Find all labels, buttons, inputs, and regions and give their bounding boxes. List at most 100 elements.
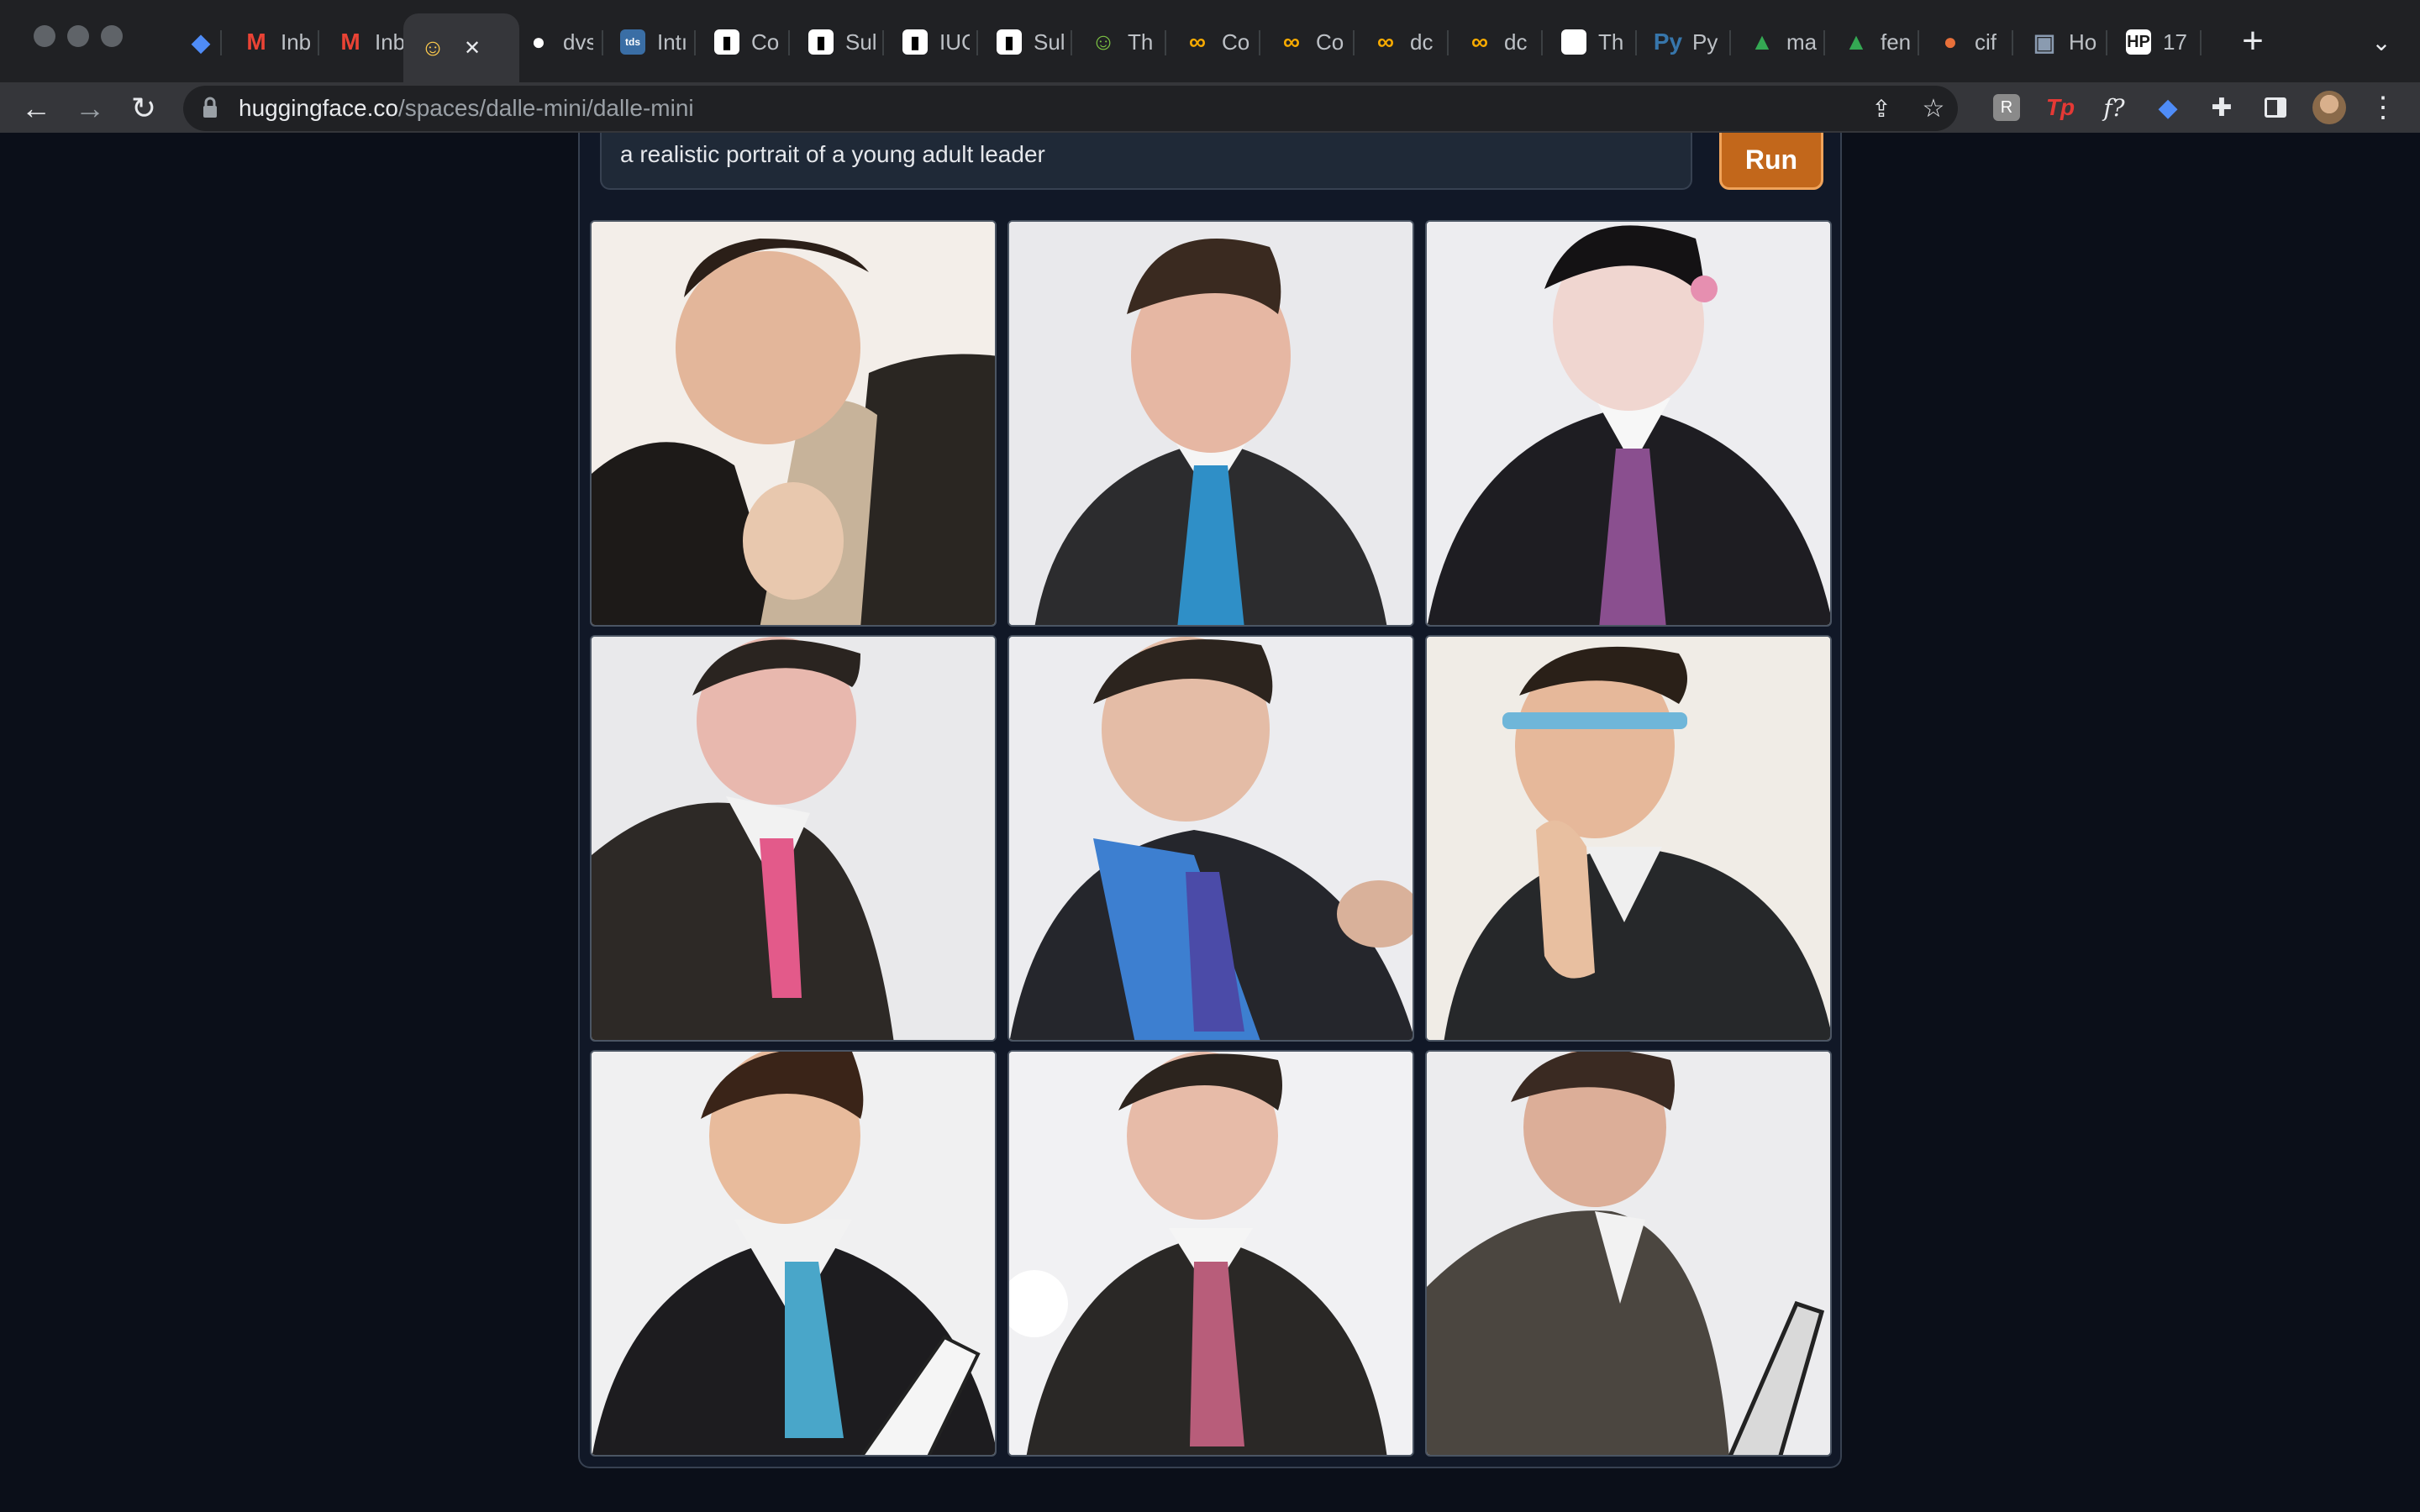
browser-tab[interactable]: M Inb [227,17,319,67]
tab-label: Inb [375,29,405,55]
tab-separator [318,30,319,55]
github-icon: ● [531,29,546,55]
gallery-image-5[interactable] [1007,635,1414,1042]
tab-separator [220,30,222,55]
tab-separator [1541,30,1543,55]
gmail-icon: M [340,29,360,55]
tab-label: Th [1128,29,1154,55]
browser-toolbar: ← → ↻ huggingface.co/spaces/dalle-mini/d… [0,82,2420,133]
zoom-window-button[interactable] [101,25,123,47]
browser-tab[interactable]: ∞ Co [1262,17,1355,67]
tab-separator [788,30,790,55]
gallery-image-3[interactable] [1425,220,1832,627]
tab-label: Intı [657,29,687,55]
tab-label: dc [1504,29,1528,55]
browser-menu-icon[interactable]: ⋮ [2366,91,2400,124]
gem-icon: ◆ [192,29,210,55]
profile-avatar[interactable] [2312,91,2346,124]
browser-tab[interactable]: ▮ IUC [886,17,978,67]
tab-separator [1259,30,1260,55]
browser-tab[interactable]: ▲ fen [1827,17,1919,67]
forward-button[interactable]: → [71,89,109,128]
tab-separator [882,30,884,55]
gallery-image-1[interactable] [590,220,997,627]
tab-separator [1918,30,1919,55]
photo-icon: ▣ [2033,29,2056,55]
circle-icon: ● [1943,29,1958,55]
gmail-icon: M [246,29,266,55]
extension-r-icon[interactable]: R [1990,91,2023,124]
browser-tab[interactable]: ▤ Th [1544,17,1637,67]
extension-gem-icon[interactable]: ◆ [2151,91,2185,124]
bookmark-star-icon[interactable]: ☆ [1919,94,1948,123]
browser-tab[interactable]: ∞ Co [1168,17,1260,67]
gallery-image-8[interactable] [1007,1050,1414,1457]
tab-label: fen [1881,29,1911,55]
url-path: /spaces/dalle-mini/dalle-mini [397,95,694,121]
tab-label: IUC [939,29,970,55]
tab-label: Th [1598,29,1624,55]
browser-tab[interactable]: Py Py [1639,17,1731,67]
browser-tab[interactable]: ∞ dc [1356,17,1449,67]
minimize-window-button[interactable] [67,25,89,47]
extension-tp-icon[interactable]: Tp [2044,91,2077,124]
browser-chrome: ◆ M Inb M Inb ☺ ✕ ● dvs tds Intı ▮ Co ▮ Sul ▮ IUC ▮ Sul ☺ Th… [0,0,2420,133]
url-domain: huggingface.co [239,95,398,121]
reload-button[interactable]: ↻ [124,89,163,128]
browser-tab[interactable]: ☺ ✕ [403,13,519,82]
browser-tab[interactable]: ▮ Co [697,17,790,67]
prompt-input[interactable]: a realistic portrait of a young adult le… [600,133,1692,190]
colab-icon: ∞ [1471,29,1488,55]
image-gallery [590,220,1832,1458]
tab-label: Co [751,29,780,55]
gallery-image-9[interactable] [1425,1050,1832,1457]
browser-tab[interactable]: ▮ Sul [980,17,1072,67]
browser-tab[interactable]: HP 17 [2109,17,2202,67]
run-button[interactable]: Run [1719,133,1823,190]
tab-separator [1823,30,1825,55]
browser-tab[interactable]: ☺ Th [1074,17,1166,67]
tab-separator [976,30,978,55]
browser-tab[interactable]: ▮ Sul [792,17,884,67]
browser-tab[interactable]: ◆ [171,17,222,67]
browser-tab[interactable]: ∞ dc [1450,17,1543,67]
tab-label: Ho [2069,29,2097,55]
colab-icon: ∞ [1189,29,1206,55]
close-window-button[interactable] [34,25,55,47]
tab-separator [1635,30,1637,55]
tab-separator [2012,30,2013,55]
notion-icon: ▮ [808,29,834,55]
tab-label: Py [1692,29,1718,55]
tab-separator [2200,30,2202,55]
browser-tab[interactable]: ● dvs [509,17,603,67]
colab-icon: ∞ [1377,29,1394,55]
extensions-puzzle-icon[interactable]: ✚ [2205,91,2238,124]
back-button[interactable]: ← [17,89,55,128]
page-content: a realistic portrait of a young adult le… [0,133,2420,1512]
browser-tab[interactable]: tds Intı [603,17,696,67]
notion-icon: ▮ [902,29,928,55]
newspaper-icon: ▤ [1561,29,1586,55]
browser-tab[interactable]: ● cif [1921,17,2013,67]
tab-label: Inb [281,29,311,55]
dalle-mini-panel: a realistic portrait of a young adult le… [578,133,1842,1468]
gallery-image-4[interactable] [590,635,997,1042]
extension-formula-icon[interactable]: f? [2097,91,2131,124]
address-bar[interactable]: huggingface.co/spaces/dalle-mini/dalle-m… [183,86,1958,131]
tab-label: cif [1975,29,1996,55]
tds-icon: tds [620,29,645,55]
new-tab-button[interactable]: + [2232,20,2274,62]
gallery-image-6[interactable] [1425,635,1832,1042]
browser-tab[interactable]: ▣ Ho [2015,17,2107,67]
close-tab-icon[interactable]: ✕ [464,36,481,60]
gallery-image-7[interactable] [590,1050,997,1457]
gallery-image-2[interactable] [1007,220,1414,627]
browser-tab[interactable]: ▲ ma [1733,17,1825,67]
browser-tab[interactable]: M Inb [321,17,412,67]
tab-search-button[interactable]: ⌄ [2365,25,2398,59]
share-icon[interactable]: ⇪ [1867,94,1896,123]
colab-icon: ∞ [1283,29,1300,55]
side-panel-icon[interactable] [2259,91,2292,124]
tab-label: 17 [2163,29,2187,55]
tab-separator [1729,30,1731,55]
